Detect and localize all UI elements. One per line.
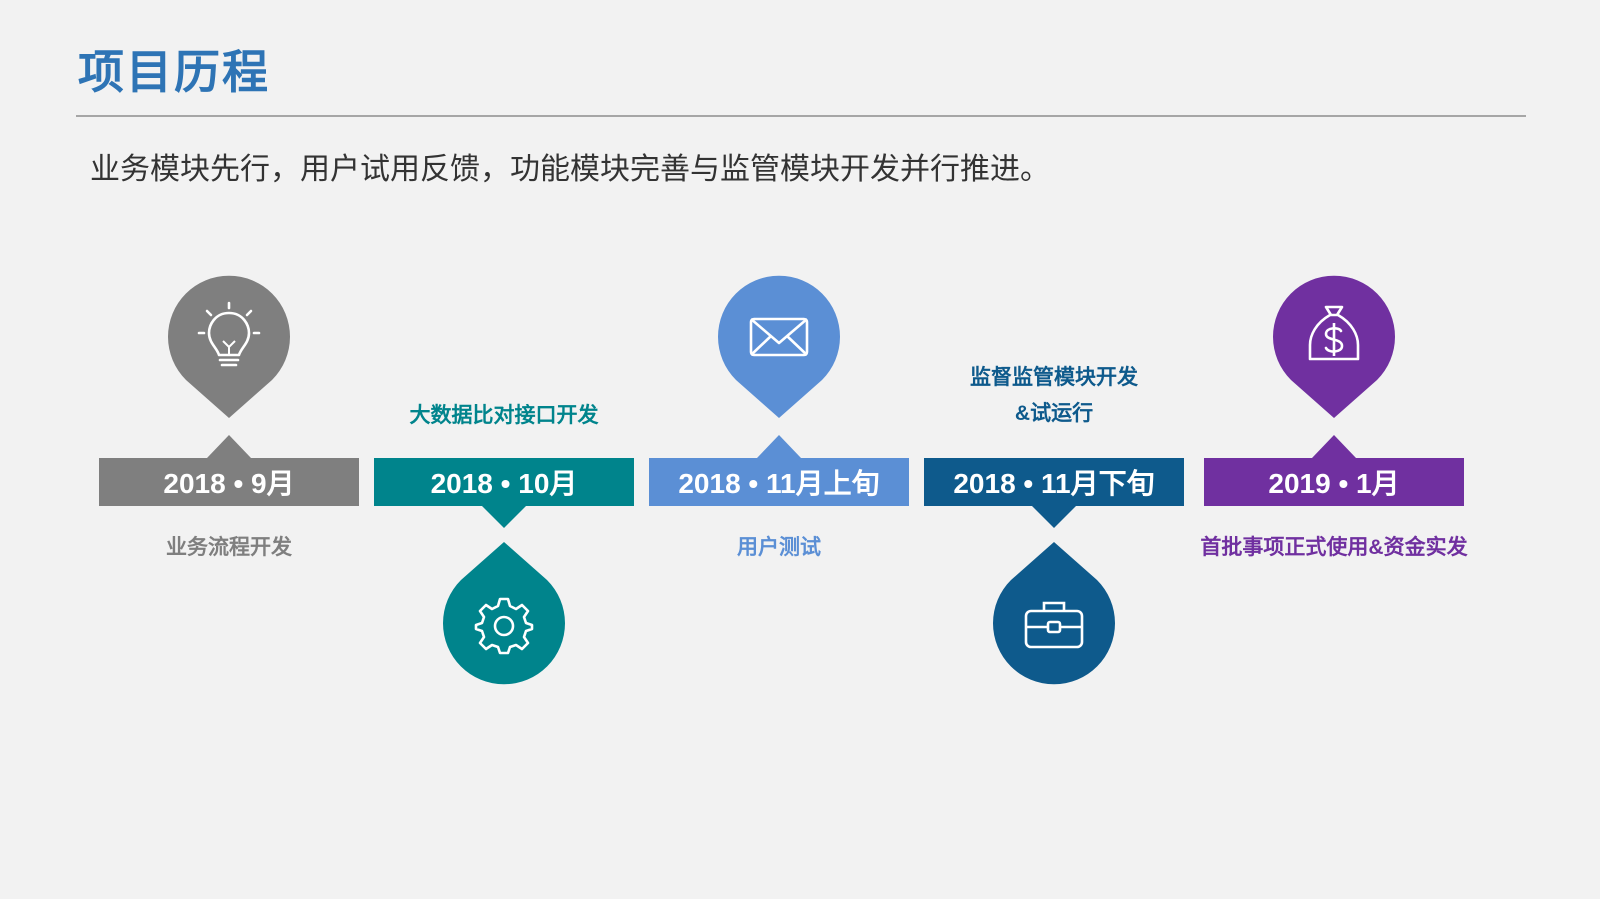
milestone-pointer: [757, 435, 801, 458]
drop-shape: [993, 542, 1115, 685]
milestone-pointer: [207, 435, 251, 458]
milestone-label: 用户测试: [619, 530, 939, 566]
milestone-label-line: 大数据比对接口开发: [409, 404, 599, 427]
milestone-pointer: [1032, 506, 1076, 528]
milestone-label-line: &试运行: [1014, 402, 1094, 425]
milestone-date: 2019 • 1月: [1204, 458, 1464, 506]
milestone-date: 2018 • 11月上旬: [649, 458, 909, 506]
timeline: 2018 • 9月 业务流程开发 2018 • 10月 大数据比对接口开发 2018…: [0, 0, 1600, 899]
milestone-marker: [168, 275, 290, 419]
milestone-label: 大数据比对接口开发: [344, 398, 664, 434]
milestone-date: 2018 • 9月: [99, 458, 359, 506]
milestone-label-line: 业务流程开发: [166, 536, 292, 559]
drop-shape: [718, 275, 840, 419]
milestone-marker: [1273, 275, 1395, 419]
milestone-label: 首批事项正式使用&资金实发: [1174, 530, 1494, 566]
milestone-label-line: 监督监管模块开发: [970, 366, 1138, 389]
drop-shape: [443, 542, 565, 685]
milestone-label-line: 首批事项正式使用&资金实发: [1200, 536, 1468, 559]
milestone-pointer: [482, 506, 526, 528]
milestone-label: 业务流程开发: [69, 530, 389, 566]
milestone-marker: [443, 542, 565, 685]
milestone-date: 2018 • 10月: [374, 458, 634, 506]
milestone-pointer: [1312, 435, 1356, 458]
milestone-marker: [993, 542, 1115, 685]
milestone-label-line: 用户测试: [737, 536, 821, 559]
milestone-marker: [718, 275, 840, 419]
milestone-date: 2018 • 11月下旬: [924, 458, 1184, 506]
milestone-label: 监督监管模块开发 &试运行: [894, 360, 1214, 432]
